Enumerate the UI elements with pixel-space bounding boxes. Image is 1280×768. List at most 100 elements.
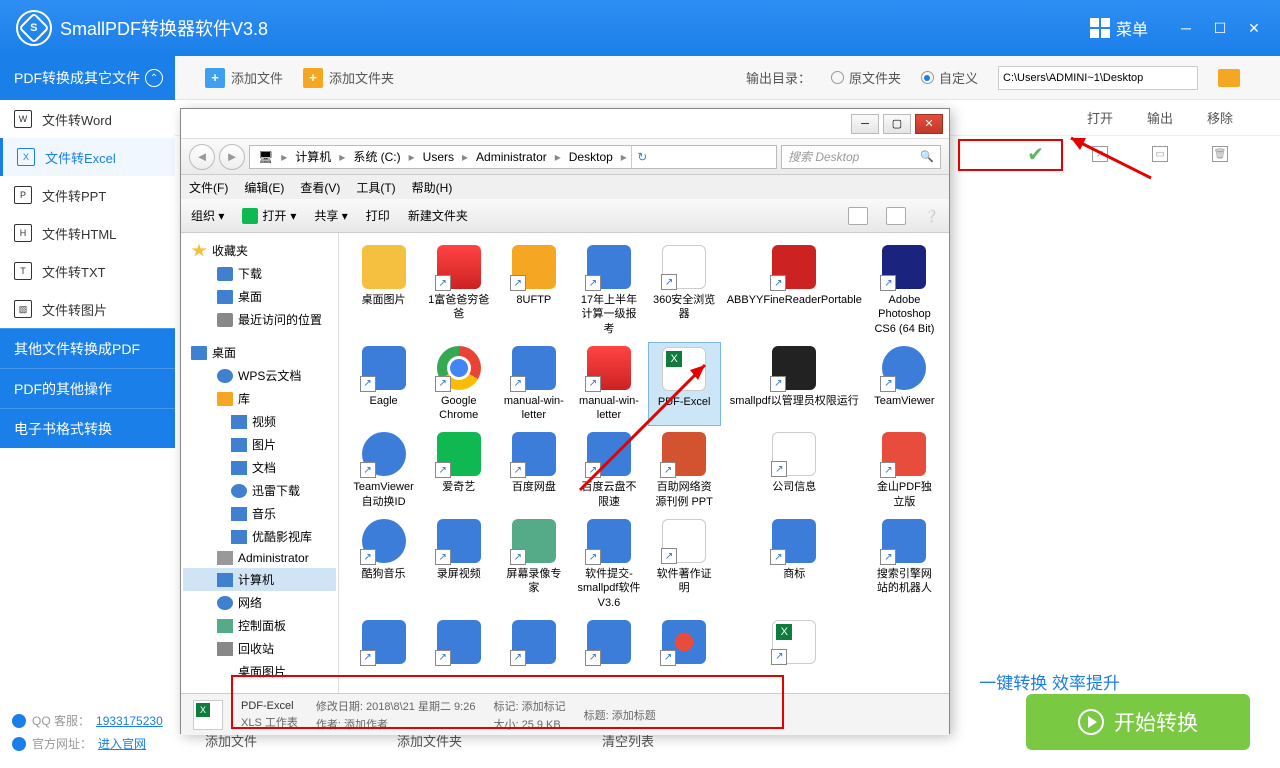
help-icon[interactable]: ❔	[924, 209, 939, 223]
sidebar-item[interactable]: X文件转Excel	[0, 138, 175, 176]
panel-icon	[217, 619, 233, 633]
file-item[interactable]: PDF-Excel	[648, 342, 721, 427]
file-item[interactable]: smallpdf以管理员权限运行	[723, 342, 866, 427]
file-item[interactable]	[723, 616, 866, 672]
file-item[interactable]: 录屏视频	[422, 515, 495, 614]
tree-item[interactable]: 下载	[183, 262, 336, 285]
new-folder-button[interactable]: 新建文件夹	[408, 207, 468, 224]
menu-view[interactable]: 查看(V)	[300, 179, 340, 196]
organize-button[interactable]: 组织 ▾	[191, 207, 224, 224]
tree-item[interactable]: 计算机	[183, 568, 336, 591]
output-icon[interactable]: ▭	[1152, 146, 1168, 162]
file-item[interactable]: 搜索引擎网站的机器人	[868, 515, 941, 614]
add-folder-button[interactable]: +添加文件夹	[303, 68, 394, 88]
file-item[interactable]: Adobe Photoshop CS6 (64 Bit)	[868, 241, 941, 340]
search-input[interactable]: 搜索 Desktop	[781, 145, 941, 169]
file-item[interactable]: 软件著作证明	[648, 515, 721, 614]
maximize-button[interactable]: ☐	[1210, 18, 1230, 38]
refresh-icon[interactable]: ↻	[631, 146, 653, 168]
minimize-button[interactable]: ─	[1176, 18, 1196, 38]
tree-item[interactable]: WPS云文档	[183, 364, 336, 387]
file-item[interactable]: Google Chrome	[422, 342, 495, 427]
wps-open-button[interactable]: 打开 ▾	[242, 207, 296, 224]
file-item[interactable]: 金山PDF独立版	[868, 428, 941, 513]
file-item[interactable]: 桌面图片	[347, 241, 420, 340]
tree-item[interactable]: Administrator	[183, 548, 336, 568]
file-item[interactable]: 1富爸爸穷爸爸	[422, 241, 495, 340]
menu-help[interactable]: 帮助(H)	[412, 179, 453, 196]
sidebar-item[interactable]: T文件转TXT	[0, 252, 175, 290]
start-convert-button[interactable]: 开始转换	[1026, 694, 1250, 750]
file-item[interactable]: 8UFTP	[497, 241, 570, 340]
tree-item[interactable]: 网络	[183, 591, 336, 614]
file-item[interactable]: Eagle	[347, 342, 420, 427]
tree-item[interactable]: 最近访问的位置	[183, 308, 336, 331]
output-path-input[interactable]	[998, 66, 1198, 90]
tree-item[interactable]: 收藏夹	[183, 239, 336, 262]
dialog-close-button[interactable]: ✕	[915, 114, 943, 134]
sidebar-section-pdf-ops[interactable]: PDF的其他操作	[0, 368, 175, 408]
breadcrumb[interactable]: 🖥 ▸ 计算机▸ 系统 (C:)▸ Users▸ Administrator▸ …	[249, 145, 777, 169]
preview-pane-icon[interactable]	[886, 207, 906, 225]
file-item[interactable]: ABBYYFineReaderPortable	[723, 241, 866, 340]
tree-item[interactable]: 视频	[183, 410, 336, 433]
tree-item[interactable]: 桌面	[183, 285, 336, 308]
file-item[interactable]: 屏幕录像专家	[497, 515, 570, 614]
nav-forward-button[interactable]: ►	[219, 144, 245, 170]
tree-item[interactable]: 文档	[183, 456, 336, 479]
nav-back-button[interactable]: ◄	[189, 144, 215, 170]
file-item[interactable]: 百度云盘不限速	[572, 428, 645, 513]
tree-item[interactable]: 音乐	[183, 502, 336, 525]
menu-file[interactable]: 文件(F)	[189, 179, 228, 196]
website-link[interactable]: 进入官网	[98, 735, 146, 752]
file-item[interactable]: 百助网络资源刊例 PPT	[648, 428, 721, 513]
sidebar-item[interactable]: ▧文件转图片	[0, 290, 175, 328]
file-item[interactable]: 360安全浏览器	[648, 241, 721, 340]
sidebar-section-other-to-pdf[interactable]: 其他文件转换成PDF	[0, 328, 175, 368]
file-item[interactable]: 百度网盘	[497, 428, 570, 513]
sidebar-header[interactable]: PDF转换成其它文件 ⌃	[0, 56, 175, 100]
sidebar-item[interactable]: H文件转HTML	[0, 214, 175, 252]
tree-item[interactable]: 桌面	[183, 341, 336, 364]
radio-original-folder[interactable]: 原文件夹	[831, 68, 901, 87]
file-item[interactable]: 酷狗音乐	[347, 515, 420, 614]
tree-item[interactable]: 回收站	[183, 637, 336, 660]
file-item[interactable]	[572, 616, 645, 672]
file-item[interactable]: 商标	[723, 515, 866, 614]
tree-item[interactable]: 图片	[183, 433, 336, 456]
file-item[interactable]: TeamViewer自动换ID	[347, 428, 420, 513]
file-item[interactable]: 公司信息	[723, 428, 866, 513]
radio-custom[interactable]: 自定义	[921, 68, 978, 87]
file-item[interactable]	[422, 616, 495, 672]
tree-item[interactable]: 迅雷下载	[183, 479, 336, 502]
sidebar-item[interactable]: W文件转Word	[0, 100, 175, 138]
file-item[interactable]	[497, 616, 570, 672]
add-file-button[interactable]: +添加文件	[205, 68, 283, 88]
sidebar-item[interactable]: P文件转PPT	[0, 176, 175, 214]
share-button[interactable]: 共享 ▾	[314, 207, 347, 224]
file-item[interactable]: TeamViewer	[868, 342, 941, 427]
remove-icon[interactable]: 🗑	[1212, 146, 1228, 162]
print-button[interactable]: 打印	[366, 207, 390, 224]
menu-button[interactable]: 菜单	[1080, 10, 1158, 46]
tree-item[interactable]: 优酷影视库	[183, 525, 336, 548]
view-mode-icon[interactable]	[848, 207, 868, 225]
close-button[interactable]: ✕	[1244, 18, 1264, 38]
folder-browse-icon[interactable]	[1218, 69, 1240, 87]
file-item[interactable]	[347, 616, 420, 672]
dialog-maximize-button[interactable]: ▢	[883, 114, 911, 134]
file-item[interactable]	[648, 616, 721, 672]
menu-edit[interactable]: 编辑(E)	[244, 179, 284, 196]
sidebar-section-ebook[interactable]: 电子书格式转换	[0, 408, 175, 448]
file-item[interactable]: 爱奇艺	[422, 428, 495, 513]
file-item[interactable]: 软件提交-smallpdf软件 V3.6	[572, 515, 645, 614]
file-item[interactable]: manual-win-letter	[572, 342, 645, 427]
file-item[interactable]: 17年上半年计算一级报考	[572, 241, 645, 340]
dialog-minimize-button[interactable]: ─	[851, 114, 879, 134]
qq-link[interactable]: 1933175230	[96, 714, 163, 728]
tree-item[interactable]: 控制面板	[183, 614, 336, 637]
menu-tools[interactable]: 工具(T)	[356, 179, 395, 196]
file-item[interactable]: manual-win-letter	[497, 342, 570, 427]
open-icon[interactable]: ↗	[1092, 146, 1108, 162]
tree-item[interactable]: 库	[183, 387, 336, 410]
